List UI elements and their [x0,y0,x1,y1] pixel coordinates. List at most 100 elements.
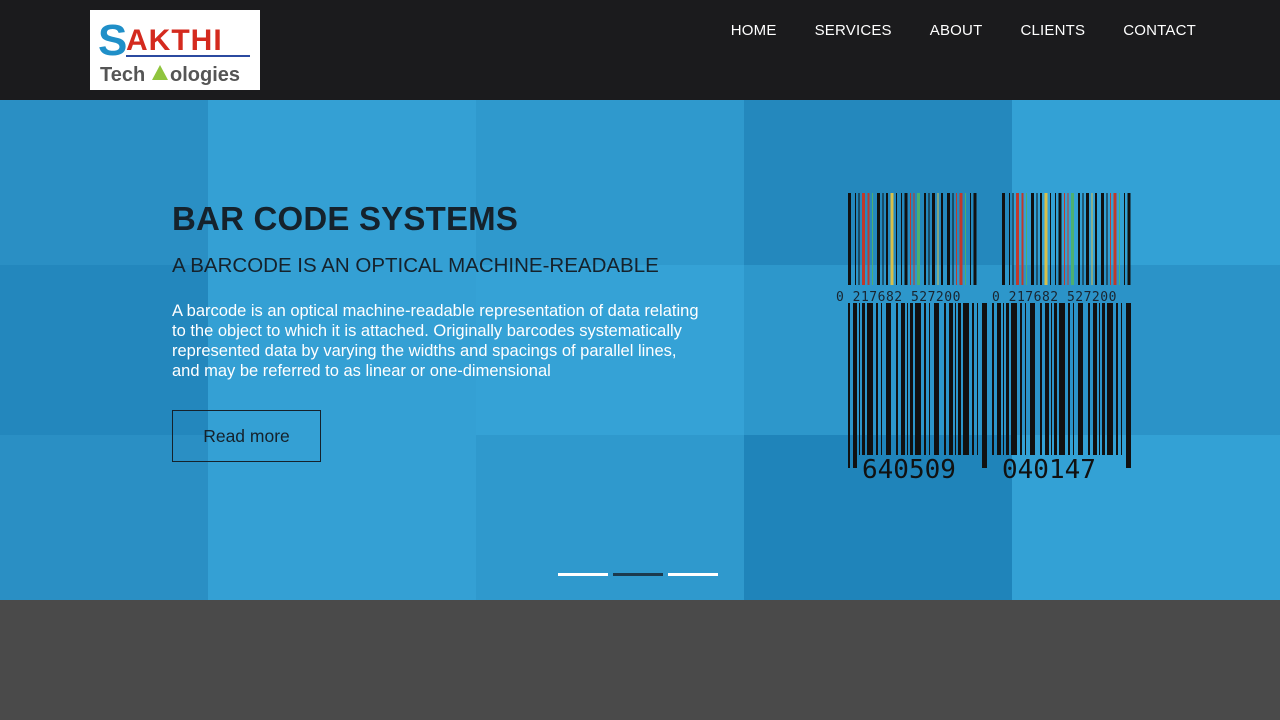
page-lower-section [0,600,1280,720]
barcode-bar [1093,303,1097,455]
barcode-bar [1113,193,1117,285]
company-logo[interactable]: S AKTHI Tech ologies [90,10,260,90]
barcode-bar [934,303,939,455]
read-more-button[interactable]: Read more [172,410,321,462]
barcode-bar [853,303,857,468]
nav-contact[interactable]: CONTACT [1104,20,1196,42]
barcode-bar [1009,193,1010,285]
barcode-bar [1055,193,1056,285]
barcode-bar [932,193,935,285]
barcode-bar [1078,303,1083,455]
barcode-bar [949,303,953,455]
svg-text:Tech: Tech [100,64,145,86]
barcode-bar [907,303,908,455]
barcode-bar [917,193,920,285]
barcode-bar [1095,193,1097,285]
barcode-bar [910,303,913,455]
barcode-bar [1116,303,1118,455]
barcode-bar [937,193,939,285]
barcode-bar [1078,193,1080,285]
svg-text:S: S [98,16,127,65]
barcode-bar [886,193,888,285]
barcode-bar [867,303,873,455]
barcode-bar [910,193,911,285]
barcode-bar [1110,193,1111,285]
barcode-bar [859,303,860,455]
barcode-bar [1071,193,1074,285]
main-nav: HOME SERVICES ABOUT CLIENTS CONTACT [712,20,1196,42]
barcode-digits-left: 0 217682 527200 [836,290,961,305]
barcode-bar [1031,193,1034,285]
nav-services[interactable]: SERVICES [796,20,911,42]
barcode-bar [1091,193,1093,285]
barcode-bar [1082,193,1084,285]
barcode-bar [1058,193,1062,285]
barcode-bar [1021,193,1024,285]
hero-subtitle: A BARCODE IS AN OPTICAL MACHINE-READABLE [172,254,659,277]
barcode-bar [941,193,943,285]
barcode-bar [896,303,898,455]
barcode-bar [928,193,930,285]
barcode-bar [959,193,963,285]
barcode-bar [904,193,908,285]
barcode-bar [862,193,865,285]
barcode-digits-right: 0 217682 527200 [992,290,1117,305]
barcode-bar [1054,303,1057,455]
barcode-bar [956,193,957,285]
barcode-bar [944,303,946,455]
nav-clients[interactable]: CLIENTS [1001,20,1104,42]
barcode-bar [1025,303,1026,455]
nav-home[interactable]: HOME [712,20,796,42]
slider-dot[interactable] [558,573,608,576]
nav-about[interactable]: ABOUT [911,20,1002,42]
barcode-bar [1102,303,1105,455]
barcode-bar [924,193,926,285]
svg-text:ologies: ologies [170,64,240,86]
barcode-bar [915,303,921,455]
barcode-bar [1016,193,1019,285]
barcode-bar [1059,303,1065,455]
slider-dot[interactable] [613,573,663,576]
barcode-bar [958,303,961,455]
barcode-bar [1050,193,1051,285]
barcode-bar [862,303,865,455]
barcode-bar [970,193,971,285]
barcode-bar [1003,303,1004,455]
barcode-bar [858,193,860,285]
barcode-bar [1099,303,1100,455]
barcode-bar [972,303,974,455]
barcode-bar [1026,193,1027,285]
barcode-bar [1064,193,1065,285]
barcode-bar [1086,193,1089,285]
barcode-bar [1040,193,1042,285]
barcode-number-left: 640509 [862,455,956,483]
barcode-bar [1101,193,1104,285]
barcode-bar [1012,193,1014,285]
barcode-bar [1106,193,1108,285]
barcode-bar [1040,303,1042,455]
barcode-bar [982,303,987,468]
barcode-bar [896,193,897,285]
barcode-bar [929,303,930,455]
barcode-bar [1126,303,1131,468]
slider-dot[interactable] [668,573,718,576]
hero-title: BAR CODE SYSTEMS [172,200,519,237]
barcode-bar [1020,303,1022,455]
barcode-bar [848,193,851,285]
barcode-bar [1006,303,1009,455]
barcode-bar [901,193,902,285]
site-header: S AKTHI Tech ologies HOME SERVICES ABOUT… [0,0,1280,100]
barcode-bar [867,193,870,285]
slider-indicators [558,573,718,576]
barcode-bar [973,193,977,285]
barcode-bar [881,303,882,455]
barcode-bar [1073,303,1074,455]
barcode-bar [1002,193,1005,285]
barcode-bar [913,193,915,285]
barcode-bar [1067,193,1069,285]
barcode-bar [855,193,856,285]
barcode-bar [963,303,969,455]
barcode-bar [1088,303,1090,455]
hero-content: BAR CODE SYSTEMS A BARCODE IS AN OPTICAL… [172,200,712,381]
barcode-bar [1045,303,1049,455]
